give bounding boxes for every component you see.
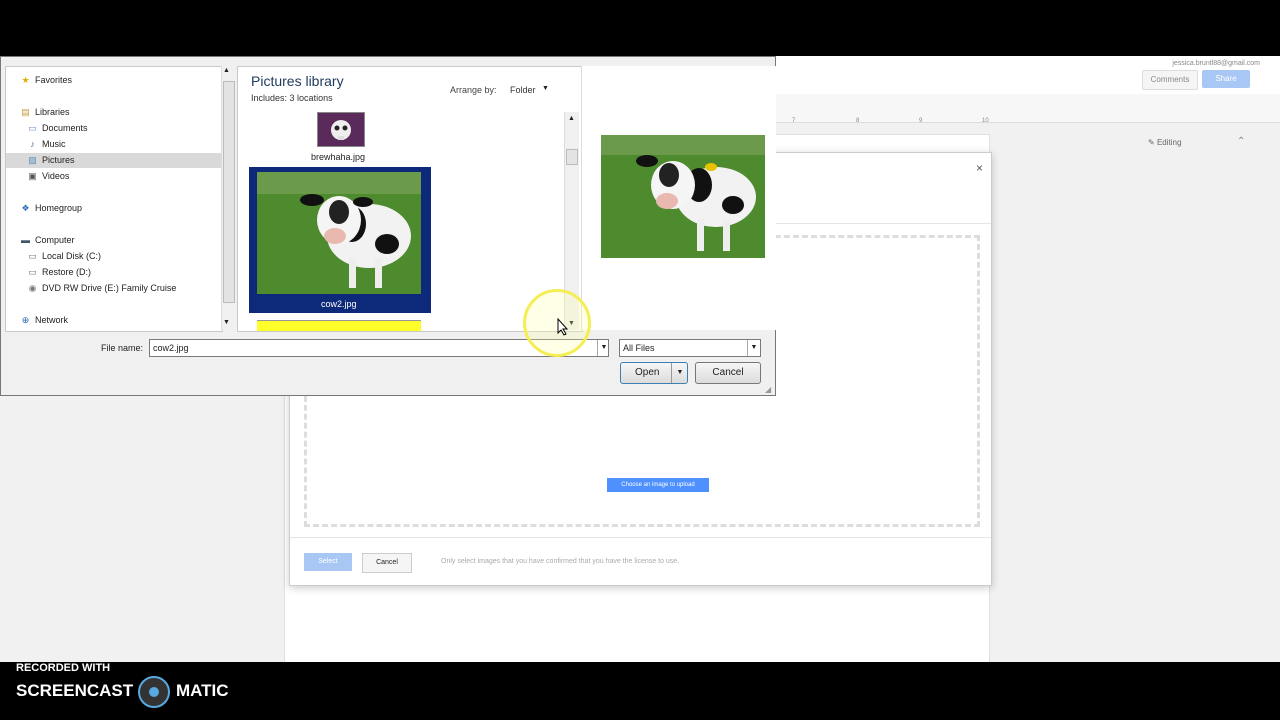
pictures-icon: ▨	[28, 155, 37, 165]
resize-grip-icon[interactable]: ◢	[765, 385, 771, 394]
editing-mode-button[interactable]: ✎ Editing	[1148, 138, 1181, 147]
preview-image	[601, 135, 765, 258]
arrange-by-label: Arrange by:	[450, 85, 497, 95]
nav-item-dvd-drive[interactable]: ◉ DVD RW Drive (E:) Family Cruise	[27, 281, 177, 296]
computer-icon: ▬	[21, 235, 30, 245]
comments-button[interactable]: Comments	[1142, 70, 1198, 90]
homegroup-icon: ❖	[21, 203, 30, 213]
nav-item-computer[interactable]: ▬ Computer	[20, 233, 75, 248]
nav-item-local-disk[interactable]: ▭ Local Disk (C:)	[27, 249, 101, 264]
nav-label: Favorites	[35, 75, 73, 85]
watermark-brand: MATIC	[176, 681, 229, 700]
star-icon: ★	[21, 75, 30, 85]
disk-icon: ▭	[28, 251, 37, 261]
nav-label: Homegroup	[35, 203, 83, 213]
ruler-mark: 7	[792, 118, 796, 124]
nav-item-libraries[interactable]: ▤ Libraries	[20, 105, 70, 120]
watermark-brand: SCREENCAST	[16, 681, 134, 700]
nav-scroll-thumb[interactable]	[223, 81, 235, 303]
nav-item-network[interactable]: ⊕ Network	[20, 313, 68, 328]
watermark-caption: RECORDED WITH	[16, 662, 111, 674]
network-icon: ⊕	[21, 315, 30, 325]
select-button[interactable]: Select	[304, 553, 352, 571]
includes-label: Includes:	[251, 93, 288, 103]
letterbox-top	[0, 0, 1280, 56]
ruler: 7 8 9 10	[776, 116, 989, 130]
share-button[interactable]: Share	[1202, 70, 1250, 88]
account-email[interactable]: jessica.bruntl88@gmail.com	[1172, 60, 1260, 67]
file-thumbnail[interactable]	[317, 112, 365, 147]
nav-label: Pictures	[42, 155, 75, 165]
skull-icon	[318, 113, 364, 146]
filetype-select[interactable]: All Files	[619, 339, 761, 357]
cow-photo	[257, 172, 421, 294]
preview-pane	[581, 66, 776, 330]
nav-label: Videos	[42, 171, 70, 181]
library-title: Pictures library	[251, 73, 344, 89]
library-includes: Includes: 3 locations	[251, 93, 333, 103]
mouse-pointer-icon	[557, 317, 569, 339]
nav-item-videos[interactable]: ▣ Videos	[27, 169, 69, 184]
chevron-down-icon[interactable]: ▼	[671, 363, 688, 383]
includes-locations-link[interactable]: 3 locations	[290, 93, 333, 103]
ruler-mark: 9	[919, 118, 923, 124]
navigation-pane: ★ Favorites ▤ Libraries ▭ Documents ♪ Music …	[5, 66, 223, 332]
file-thumbnail[interactable]	[257, 320, 421, 331]
cancel-button[interactable]: Cancel	[362, 553, 412, 573]
nav-label: Music	[42, 139, 66, 149]
editing-label: Editing	[1156, 138, 1182, 147]
collapse-toolbar-icon[interactable]: ⌃	[1237, 136, 1245, 147]
scroll-up-icon[interactable]: ▲	[223, 67, 230, 74]
videos-icon: ▣	[28, 171, 37, 181]
scroll-down-icon[interactable]: ▼	[223, 319, 230, 326]
nav-item-restore[interactable]: ▭ Restore (D:)	[27, 265, 91, 280]
nav-label: Network	[35, 315, 69, 325]
pencil-icon: ✎	[1148, 138, 1157, 147]
nav-item-music[interactable]: ♪ Music	[27, 137, 66, 152]
file-list-pane: Pictures library Includes: 3 locations A…	[237, 66, 583, 332]
library-icon: ▤	[21, 107, 30, 117]
nav-item-pictures[interactable]: ▨ Pictures	[6, 153, 222, 168]
logo-dot	[149, 687, 159, 697]
divider	[290, 537, 991, 538]
nav-label: Libraries	[35, 107, 70, 117]
close-icon[interactable]: ×	[976, 161, 983, 175]
scroll-up-icon[interactable]: ▲	[568, 115, 575, 122]
screencast-logo-icon	[138, 676, 170, 708]
file-name[interactable]: brewhaha.jpg	[311, 152, 365, 162]
nav-item-homegroup[interactable]: ❖ Homegroup	[20, 201, 82, 216]
choose-image-button[interactable]: Choose an image to upload	[607, 478, 709, 492]
arrange-by-dropdown[interactable]: Folder	[510, 85, 536, 95]
open-button[interactable]: Open ▼	[620, 362, 688, 384]
nav-item-favorites[interactable]: ★ Favorites	[20, 73, 72, 88]
file-name[interactable]: cow2.jpg	[321, 299, 357, 309]
nav-label: Documents	[42, 123, 88, 133]
filename-label: File name:	[101, 343, 144, 353]
open-button-label: Open	[635, 367, 660, 378]
dvd-icon: ◉	[28, 283, 37, 293]
nav-label: Restore (D:)	[42, 267, 92, 277]
documents-icon: ▭	[28, 123, 37, 133]
file-tile-selected[interactable]: cow2.jpg	[249, 167, 431, 313]
nav-label: Local Disk (C:)	[42, 251, 102, 261]
nav-item-documents[interactable]: ▭ Documents	[27, 121, 88, 136]
chevron-down-icon[interactable]: ▼	[542, 85, 549, 92]
open-file-dialog: ★ Favorites ▤ Libraries ▭ Documents ♪ Music …	[0, 56, 776, 396]
file-scroll-thumb[interactable]	[566, 149, 578, 165]
disk-icon: ▭	[28, 267, 37, 277]
chevron-down-icon[interactable]: ▼	[747, 340, 760, 356]
nav-label: DVD RW Drive (E:) Family Cruise	[42, 283, 177, 293]
ruler-mark: 10	[982, 118, 989, 124]
nav-label: Computer	[35, 235, 75, 245]
cancel-button[interactable]: Cancel	[695, 362, 761, 384]
music-icon: ♪	[30, 139, 35, 149]
chevron-down-icon[interactable]: ▼	[597, 340, 610, 356]
license-note: Only select images that you have confirm…	[441, 558, 680, 565]
ruler-mark: 8	[856, 118, 860, 124]
